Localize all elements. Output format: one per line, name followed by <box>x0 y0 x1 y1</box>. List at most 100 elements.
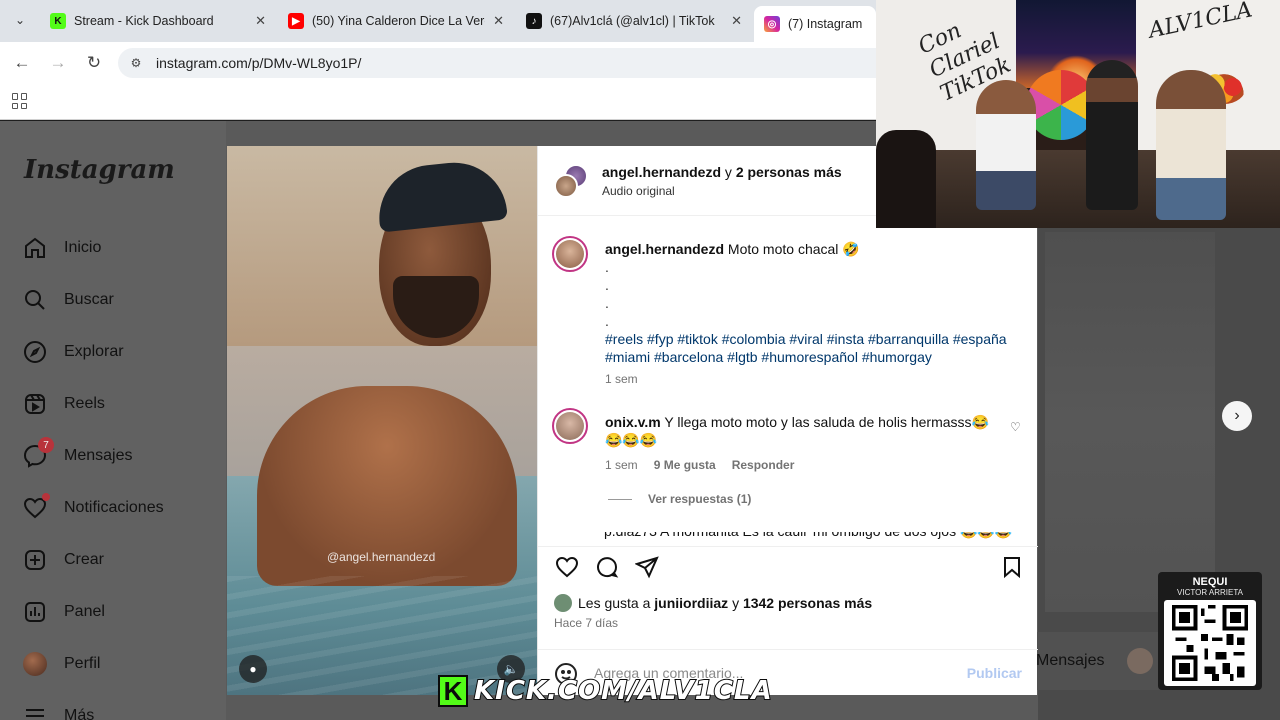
kick-url-banner: K KICK.COM/ALV1CLA <box>438 672 842 710</box>
nav-buscar[interactable]: Buscar <box>22 285 114 315</box>
next-post-button[interactable]: › <box>1222 401 1252 431</box>
likes-count[interactable]: 1342 personas más <box>743 595 872 611</box>
nav-label: Inicio <box>64 239 102 256</box>
share-send-icon[interactable] <box>633 553 661 581</box>
back-arrow-icon[interactable]: ← <box>11 52 33 74</box>
nav-inicio[interactable]: Inicio <box>22 233 101 263</box>
messages-avatar <box>1127 648 1153 674</box>
cam-person <box>1086 60 1138 210</box>
reply-button[interactable]: Responder <box>732 458 795 472</box>
post-date: Hace 7 días <box>554 616 619 630</box>
comment-avatar[interactable] <box>552 408 588 444</box>
view-replies[interactable]: Ver respuestas (1) <box>608 492 751 506</box>
chart-icon <box>22 599 48 625</box>
forward-arrow-icon[interactable]: → <box>47 52 69 74</box>
messages-badge: 7 <box>38 437 54 453</box>
view-replies-label: Ver respuestas (1) <box>648 492 752 506</box>
home-icon <box>22 235 48 261</box>
nav-mensajes[interactable]: 7 Mensajes <box>22 437 132 471</box>
likes-prefix: Les gusta a <box>578 595 651 611</box>
instagram-sidebar: Instagram Inicio Buscar Explorar Reels 7… <box>0 121 226 720</box>
nav-reels[interactable]: Reels <box>22 389 105 419</box>
tab-youtube[interactable]: ▶ (50) Yina Calderon Dice La Verd ✕ <box>278 6 514 36</box>
close-tab-icon[interactable]: ✕ <box>731 13 742 29</box>
messenger-icon: 7 <box>22 437 54 469</box>
tab-title: (7) Instagram <box>788 17 863 31</box>
nav-label: Panel <box>64 603 105 620</box>
comment-username[interactable]: onix.v.m <box>605 414 661 430</box>
bookmark-icon[interactable] <box>998 553 1026 581</box>
address-bar[interactable]: ⚙ instagram.com/p/DMv-WL8yo1P/ <box>118 48 876 78</box>
search-icon <box>22 287 48 313</box>
nav-crear[interactable]: Crear <box>22 545 104 575</box>
nav-label: Reels <box>64 395 105 412</box>
nav-explorar[interactable]: Explorar <box>22 337 124 367</box>
more-authors-link[interactable]: 2 personas más <box>736 164 842 180</box>
comment-text: Y llega moto moto y las saluda de holis … <box>605 414 989 448</box>
reels-icon <box>22 391 48 417</box>
nav-notificaciones[interactable]: Notificaciones <box>22 493 164 523</box>
nav-label: Buscar <box>64 291 114 308</box>
webcam-overlay: Con Clariel TikTok ALV1CLA <box>876 0 1280 228</box>
tab-title: (50) Yina Calderon Dice La Verd <box>312 14 486 28</box>
caption-username[interactable]: angel.hernandezd <box>605 241 724 257</box>
tab-title: Stream - Kick Dashboard <box>74 14 214 28</box>
nav-panel[interactable]: Panel <box>22 597 105 627</box>
close-tab-icon[interactable]: ✕ <box>493 13 504 29</box>
tagged-users-icon[interactable]: ● <box>239 655 267 683</box>
comment-meta: 1 sem 9 Me gusta Responder <box>605 458 794 472</box>
nav-perfil[interactable]: Perfil <box>22 649 100 679</box>
tab-strip: ⌄ K Stream - Kick Dashboard ✕ ▶ (50) Yin… <box>0 0 876 42</box>
reload-icon[interactable]: ↻ <box>83 52 105 74</box>
nav-label: Notificaciones <box>64 499 164 516</box>
kick-url-text: KICK.COM/ALV1CLA <box>473 675 773 707</box>
post-actions: Les gusta a juniiordiiaz y 1342 personas… <box>538 546 1038 646</box>
post-video[interactable]: @angel.hernandezd ● 🔈 <box>227 146 537 695</box>
caption-time: 1 sem <box>605 372 638 386</box>
audio-link[interactable]: Audio original <box>602 184 675 198</box>
caption-dot: . <box>605 313 609 329</box>
tab-search-icon[interactable]: ⌄ <box>8 8 32 32</box>
caption-hashtags[interactable]: #reels #fyp #tiktok #colombia #viral #in… <box>605 330 1025 366</box>
close-tab-icon[interactable]: ✕ <box>255 13 266 29</box>
caption: angel.hernandezd Moto moto chacal 🤣 . . … <box>605 240 1025 388</box>
comment-time: 1 sem <box>605 458 638 472</box>
apps-grid-icon[interactable] <box>12 93 28 109</box>
qr-code-icon <box>1164 600 1256 686</box>
menu-icon <box>22 703 48 720</box>
comment-bubble-icon[interactable] <box>593 553 621 581</box>
nequi-qr-card: NEQUI VICTOR ARRIETA <box>1158 572 1262 690</box>
caption-dot: . <box>605 277 609 293</box>
instagram-logo[interactable]: Instagram <box>24 155 175 185</box>
authors-joiner: y <box>724 164 732 180</box>
cam-person <box>1156 70 1226 220</box>
partial-comment-text: p.diaz73 A mormanita Es la cauli' mi omb… <box>604 532 1012 540</box>
liker-avatar <box>554 594 572 612</box>
nav-label: Explorar <box>64 343 124 360</box>
plus-square-icon <box>22 547 48 573</box>
notification-dot <box>42 493 50 501</box>
tab-kick-dashboard[interactable]: K Stream - Kick Dashboard ✕ <box>40 6 276 36</box>
author-username[interactable]: angel.hernandezd <box>602 164 721 180</box>
tab-tiktok[interactable]: ♪ (67)Alv1clá (@alv1cl) | TikTok ✕ <box>516 6 752 36</box>
comment-like-icon[interactable]: ♡ <box>1010 420 1024 434</box>
url-text: instagram.com/p/DMv-WL8yo1P/ <box>156 55 362 71</box>
site-settings-icon[interactable]: ⚙ <box>128 55 144 71</box>
heart-icon <box>22 493 50 521</box>
caption-avatar[interactable] <box>552 236 588 272</box>
collab-avatars[interactable] <box>554 164 588 198</box>
liker-username[interactable]: juniiordiiaz <box>654 595 728 611</box>
qr-name: VICTOR ARRIETA <box>1177 588 1243 597</box>
caption-dot: . <box>605 259 609 275</box>
cam-person <box>876 130 936 228</box>
like-heart-icon[interactable] <box>553 553 581 581</box>
publish-button[interactable]: Publicar <box>967 665 1022 681</box>
likes-joiner: y <box>732 595 740 611</box>
background-image <box>1045 232 1215 612</box>
likes-summary[interactable]: Les gusta a juniiordiiaz y 1342 personas… <box>554 594 872 612</box>
comment-likes[interactable]: 9 Me gusta <box>654 458 716 472</box>
post-authors: angel.hernandezd y 2 personas más <box>602 164 842 180</box>
tab-instagram[interactable]: ◎ (7) Instagram <box>754 6 876 42</box>
nav-mas[interactable]: Más <box>22 701 94 720</box>
bookmarks-bar <box>0 84 876 120</box>
